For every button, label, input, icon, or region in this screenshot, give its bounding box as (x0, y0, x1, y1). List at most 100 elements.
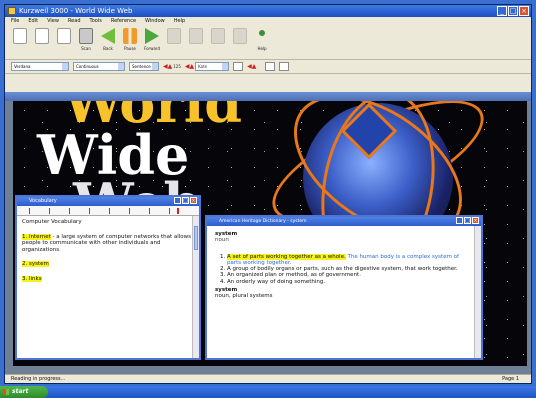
windows-flag-icon (3, 389, 9, 395)
voice-icon: ◀▲ (184, 63, 195, 70)
disabled-icon (167, 28, 181, 44)
menu-reference[interactable]: Reference (111, 17, 136, 26)
menu-window[interactable]: Window (145, 17, 165, 26)
volume-icon: ◀▲ (247, 63, 257, 70)
menu-read[interactable]: Read (68, 17, 81, 26)
menu-help[interactable]: Help (174, 17, 185, 26)
scroll-thumb[interactable] (194, 226, 198, 250)
vocabulary-controls: _ □ × (174, 197, 197, 204)
document-titlebar (5, 92, 531, 101)
dict-close-button[interactable]: × (472, 217, 479, 224)
sense-item: A set of parts working together as a who… (227, 253, 473, 267)
forward-button[interactable]: Forward (143, 28, 161, 52)
back-icon (101, 28, 115, 44)
disabled-icon (211, 28, 225, 44)
dictionary-entry[interactable]: system noun A set of parts working toget… (207, 226, 481, 305)
volume-field[interactable] (265, 62, 276, 71)
menu-edit[interactable]: Edit (28, 17, 38, 26)
dict-minimize-button[interactable]: _ (456, 217, 463, 224)
tool-button-4[interactable] (231, 28, 249, 52)
vocabulary-scrollbar[interactable] (192, 216, 199, 358)
print-icon (79, 28, 93, 44)
menu-file[interactable]: File (11, 17, 19, 26)
start-label: start (12, 388, 29, 395)
tool-button-1[interactable] (165, 28, 183, 52)
help-button[interactable]: Help (253, 28, 271, 52)
vocabulary-heading: Computer Vocabulary (22, 219, 82, 225)
mode-select[interactable]: Continuous (73, 62, 125, 71)
tool-button-3[interactable] (209, 28, 227, 52)
statusbar: Reading in progress... Page 1 (5, 374, 531, 383)
format-toolbar: Verdana Continuous Sentence ◀▲ 125 ◀▲ Kate… (5, 60, 531, 74)
status-text: Reading in progress... (11, 376, 66, 382)
scan-button[interactable]: Scan (77, 28, 95, 52)
sense-text: An organized plan or method, as of gover… (227, 272, 361, 279)
menu-view[interactable]: View (47, 17, 59, 26)
page-indicator: Page 1 (502, 376, 519, 382)
ruler-tick (149, 208, 150, 214)
document-icon (35, 28, 49, 44)
font-select[interactable]: Verdana (11, 62, 69, 71)
voice-control[interactable]: ◀▲ Kate (184, 62, 230, 71)
vocab-close-button[interactable]: × (190, 197, 197, 204)
vocabulary-title: Vocabulary (29, 198, 57, 204)
main-window: Kurzweil 3000 - World Wide Web _ □ × Fil… (4, 4, 532, 384)
back-button[interactable]: Back (99, 28, 117, 52)
vocab-minimize-button[interactable]: _ (174, 197, 181, 204)
vocab-item: 2. system (22, 261, 194, 268)
plural-text: noun, plural systems (215, 293, 273, 300)
ruler-tick (69, 208, 70, 214)
vocab-item: 3. links (22, 275, 194, 283)
forward-icon (145, 28, 159, 44)
desktop: Kurzweil 3000 - World Wide Web _ □ × Fil… (0, 0, 536, 398)
vocabulary-text[interactable]: Computer Vocabulary 1. internet - a larg… (17, 216, 199, 293)
ruler-tick (109, 208, 110, 214)
disabled-icon (189, 28, 203, 44)
main-toolbar: Scan Back Pause Forward Help (5, 26, 531, 60)
vocabulary-titlebar: Vocabulary _ □ × (17, 197, 199, 206)
save-button[interactable] (55, 28, 73, 52)
dictionary-title: American Heritage Dictionary - system (219, 219, 307, 224)
option-button[interactable] (233, 62, 244, 71)
dict-maximize-button[interactable]: □ (464, 217, 471, 224)
pause-button[interactable]: Pause (121, 28, 139, 52)
vocab-item: 1. internet - a large system of computer… (22, 233, 194, 254)
right-margin-marker[interactable] (177, 208, 179, 214)
dictionary-scrollbar[interactable] (474, 226, 481, 358)
vocab-term: 3. links (22, 275, 42, 282)
start-button[interactable]: start (0, 386, 48, 398)
app-title: Kurzweil 3000 - World Wide Web (19, 7, 133, 15)
volume-control[interactable]: ◀▲ (247, 62, 261, 71)
new-button[interactable] (11, 28, 29, 52)
maximize-button[interactable]: □ (508, 6, 518, 16)
help-icon (259, 30, 265, 36)
speed-icon: ◀▲ (163, 63, 173, 70)
ruler-tick (89, 208, 90, 214)
document-icon (57, 28, 71, 44)
ruler-tick (169, 208, 170, 214)
menu-tools[interactable]: Tools (90, 17, 102, 26)
speed-control[interactable]: ◀▲ 125 (163, 62, 181, 71)
menubar: File Edit View Read Tools Reference Wind… (5, 17, 531, 26)
close-button[interactable]: × (519, 6, 529, 16)
pause-icon (123, 28, 137, 44)
app-titlebar: Kurzweil 3000 - World Wide Web _ □ × (5, 5, 531, 17)
dictionary-titlebar: American Heritage Dictionary - system _ … (207, 217, 481, 226)
document-icon (13, 28, 27, 44)
tool-button-2[interactable] (187, 28, 205, 52)
sense-list: A set of parts working together as a who… (215, 253, 473, 285)
open-button[interactable] (33, 28, 51, 52)
part-of-speech: noun (215, 237, 229, 244)
sense-text: An orderly way of doing something. (227, 278, 326, 285)
minimize-button[interactable]: _ (497, 6, 507, 16)
voice-select[interactable]: Kate (195, 62, 230, 71)
disabled-icon (233, 28, 247, 44)
ruler-tick (129, 208, 130, 214)
ruler (17, 206, 199, 216)
ruler-tick (49, 208, 50, 214)
vocab-maximize-button[interactable]: □ (182, 197, 189, 204)
window-controls: _ □ × (497, 6, 529, 16)
vocab-term: 1. internet (22, 233, 51, 240)
settings-button[interactable] (279, 62, 290, 71)
unit-select[interactable]: Sentence (129, 62, 159, 71)
